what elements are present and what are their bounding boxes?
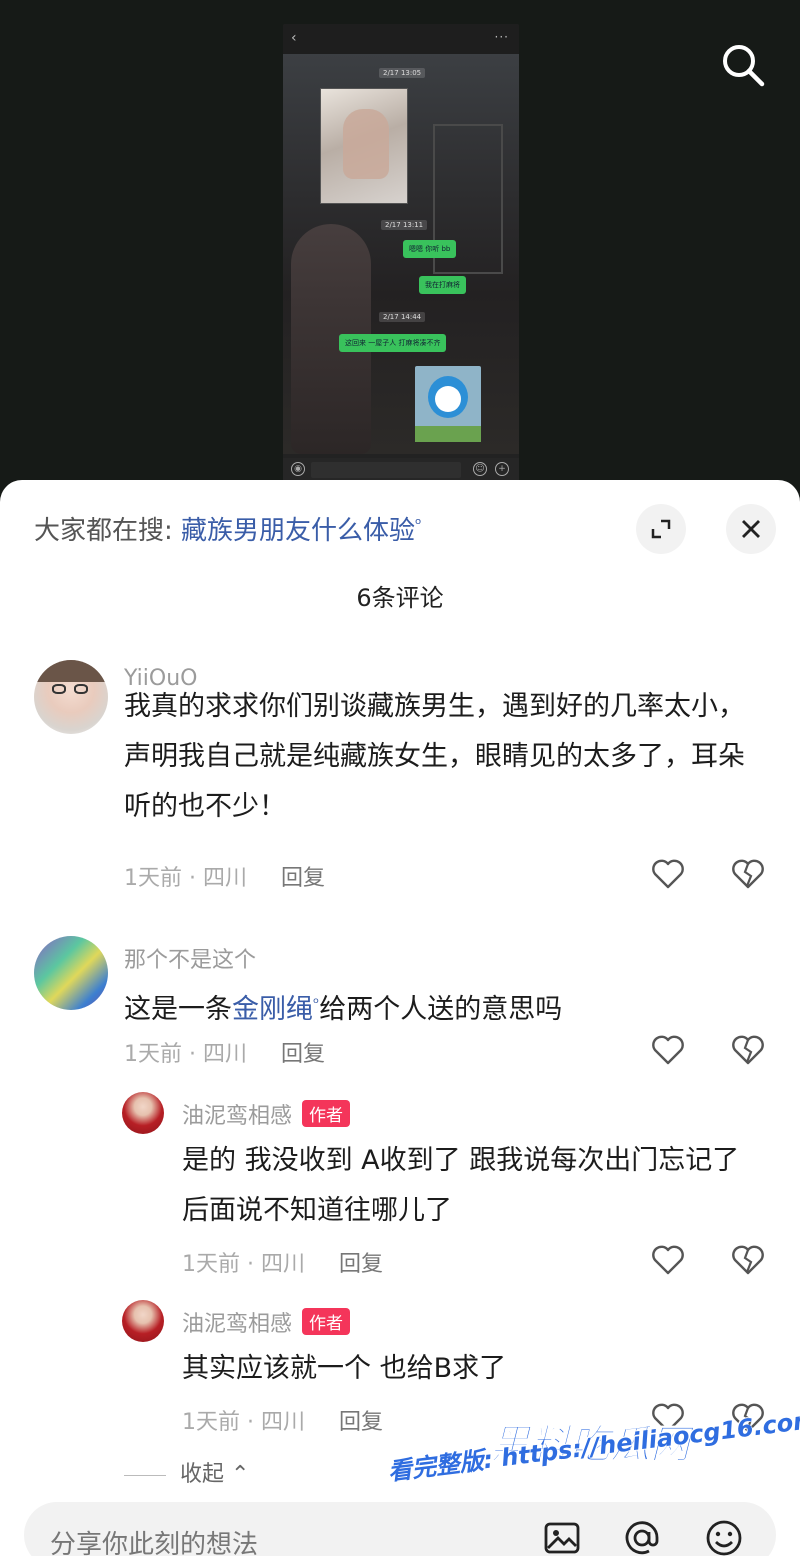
like-icon[interactable]: [650, 1032, 686, 1068]
reply-username: 油泥鸾相感 作者: [182, 1098, 351, 1130]
chat-bubble: 嗯嗯 你听 bb: [403, 240, 457, 258]
comment-username[interactable]: 那个不是这个: [124, 942, 256, 974]
comment-time-location: 1天前 · 四川: [182, 1410, 305, 1435]
comment-input[interactable]: 分享你此刻的想法: [24, 1502, 776, 1556]
sticker-ground: [415, 426, 481, 442]
dislike-icon[interactable]: [730, 856, 766, 892]
expand-icon: [651, 519, 671, 539]
chat-timestamp: 2/17 13:05: [379, 68, 426, 78]
comment-text: 这是一条金刚绳ᵒ给两个人送的意思吗: [124, 978, 764, 1035]
avatar[interactable]: [122, 1092, 164, 1134]
dislike-icon[interactable]: [730, 1032, 766, 1068]
comment-input-bar: 分享你此刻的想法: [0, 1490, 800, 1556]
comment-text: 我真的求求你们别谈藏族男生，遇到好的几率太小，声明我自己就是纯藏族女生，眼睛见的…: [124, 691, 745, 822]
chat-bubble: 这回来 一屋子人 打麻将凑不齐: [339, 334, 447, 352]
search-small-icon: ᵒ: [415, 514, 422, 534]
chat-bubble: 我在打麻将: [419, 276, 466, 294]
reply-button[interactable]: 回复: [339, 1410, 383, 1435]
avatar-glasses: [74, 684, 88, 694]
collapse-label: 收起: [180, 1462, 225, 1487]
chat-input: [311, 462, 461, 478]
image-icon[interactable]: [542, 1518, 582, 1556]
comment-input-placeholder: 分享你此刻的想法: [50, 1530, 259, 1556]
chat-photo: [320, 88, 408, 204]
media-viewer[interactable]: ‹ ··· 2/17 13:05 2/17 13:11 嗯嗯 你听 bb 我在打…: [0, 0, 800, 500]
comment-meta: 1天前 · 四川 回复: [182, 1246, 383, 1278]
hot-search-keyword[interactable]: 藏族男朋友什么体验: [181, 516, 415, 546]
comment-meta: 1天前 · 四川 回复: [124, 1036, 325, 1068]
chat-timestamp: 2/17 14:44: [379, 312, 426, 322]
author-badge: 作者: [302, 1100, 351, 1127]
reply-username-text[interactable]: 油泥鸾相感: [182, 1104, 292, 1129]
close-icon: [742, 520, 760, 538]
comment-keyword-link[interactable]: 金刚绳: [232, 994, 313, 1025]
reply-button[interactable]: 回复: [339, 1252, 383, 1277]
avatar-hair: [34, 660, 108, 682]
close-button[interactable]: [726, 504, 776, 554]
like-icon[interactable]: [650, 1242, 686, 1278]
avatar[interactable]: [34, 660, 108, 734]
hand-shape: [343, 109, 389, 179]
reply-button[interactable]: 回复: [281, 866, 325, 891]
reply-button[interactable]: 回复: [281, 1042, 325, 1067]
comment-text: 是的 我没收到 A收到了 跟我说每次出门忘记了 后面说不知道往哪儿了: [182, 1145, 740, 1226]
reply-username-text[interactable]: 油泥鸾相感: [182, 1312, 292, 1337]
mention-icon[interactable]: [622, 1518, 662, 1556]
hot-search-label: 大家都在搜:: [34, 516, 182, 546]
avatar[interactable]: [122, 1300, 164, 1342]
more-icon: ···: [494, 30, 509, 44]
voice-icon: ◉: [291, 462, 305, 476]
comment-text: 其实应该就一个 也给B求了: [182, 1353, 507, 1384]
emoji-icon: ☺: [473, 462, 487, 476]
chevron-up-icon: ⌃: [224, 1462, 250, 1487]
chat-header: ‹ ···: [283, 24, 519, 54]
comment-meta: 1天前 · 四川 回复: [182, 1404, 383, 1436]
author-badge: 作者: [302, 1308, 351, 1335]
comment-text-part: 给两个人送的意思吗: [319, 994, 563, 1025]
comment-meta: 1天前 · 四川 回复: [124, 860, 325, 892]
comment-time-location: 1天前 · 四川: [124, 866, 247, 891]
dislike-icon[interactable]: [730, 1242, 766, 1278]
reply-username: 油泥鸾相感 作者: [182, 1306, 351, 1338]
doraemon-sticker: [415, 366, 481, 442]
hot-search-bar[interactable]: 大家都在搜: 藏族男朋友什么体验ᵒ: [34, 510, 422, 547]
chat-screenshot-image: ‹ ··· 2/17 13:05 2/17 13:11 嗯嗯 你听 bb 我在打…: [283, 24, 519, 484]
expand-button[interactable]: [636, 504, 686, 554]
chat-timestamp: 2/17 13:11: [381, 220, 428, 230]
back-icon: ‹: [291, 30, 297, 46]
avatar[interactable]: [34, 936, 108, 1010]
comment-text-part: 这是一条: [124, 994, 232, 1025]
comment-sheet: 大家都在搜: 藏族男朋友什么体验ᵒ 6条评论 YiiOuO 我真的求求你们别谈藏…: [0, 480, 800, 1556]
search-icon[interactable]: [718, 40, 768, 90]
emoji-icon[interactable]: [704, 1518, 744, 1556]
like-icon[interactable]: [650, 856, 686, 892]
avatar-glasses: [52, 684, 66, 694]
comment-time-location: 1天前 · 四川: [182, 1252, 305, 1277]
comment-time-location: 1天前 · 四川: [124, 1042, 247, 1067]
plus-icon: +: [495, 462, 509, 476]
sticker-face: [435, 386, 461, 412]
collapse-replies-button[interactable]: 收起 ⌃: [124, 1456, 249, 1488]
divider: [124, 1474, 166, 1476]
comment-count: 6条评论: [356, 584, 444, 612]
